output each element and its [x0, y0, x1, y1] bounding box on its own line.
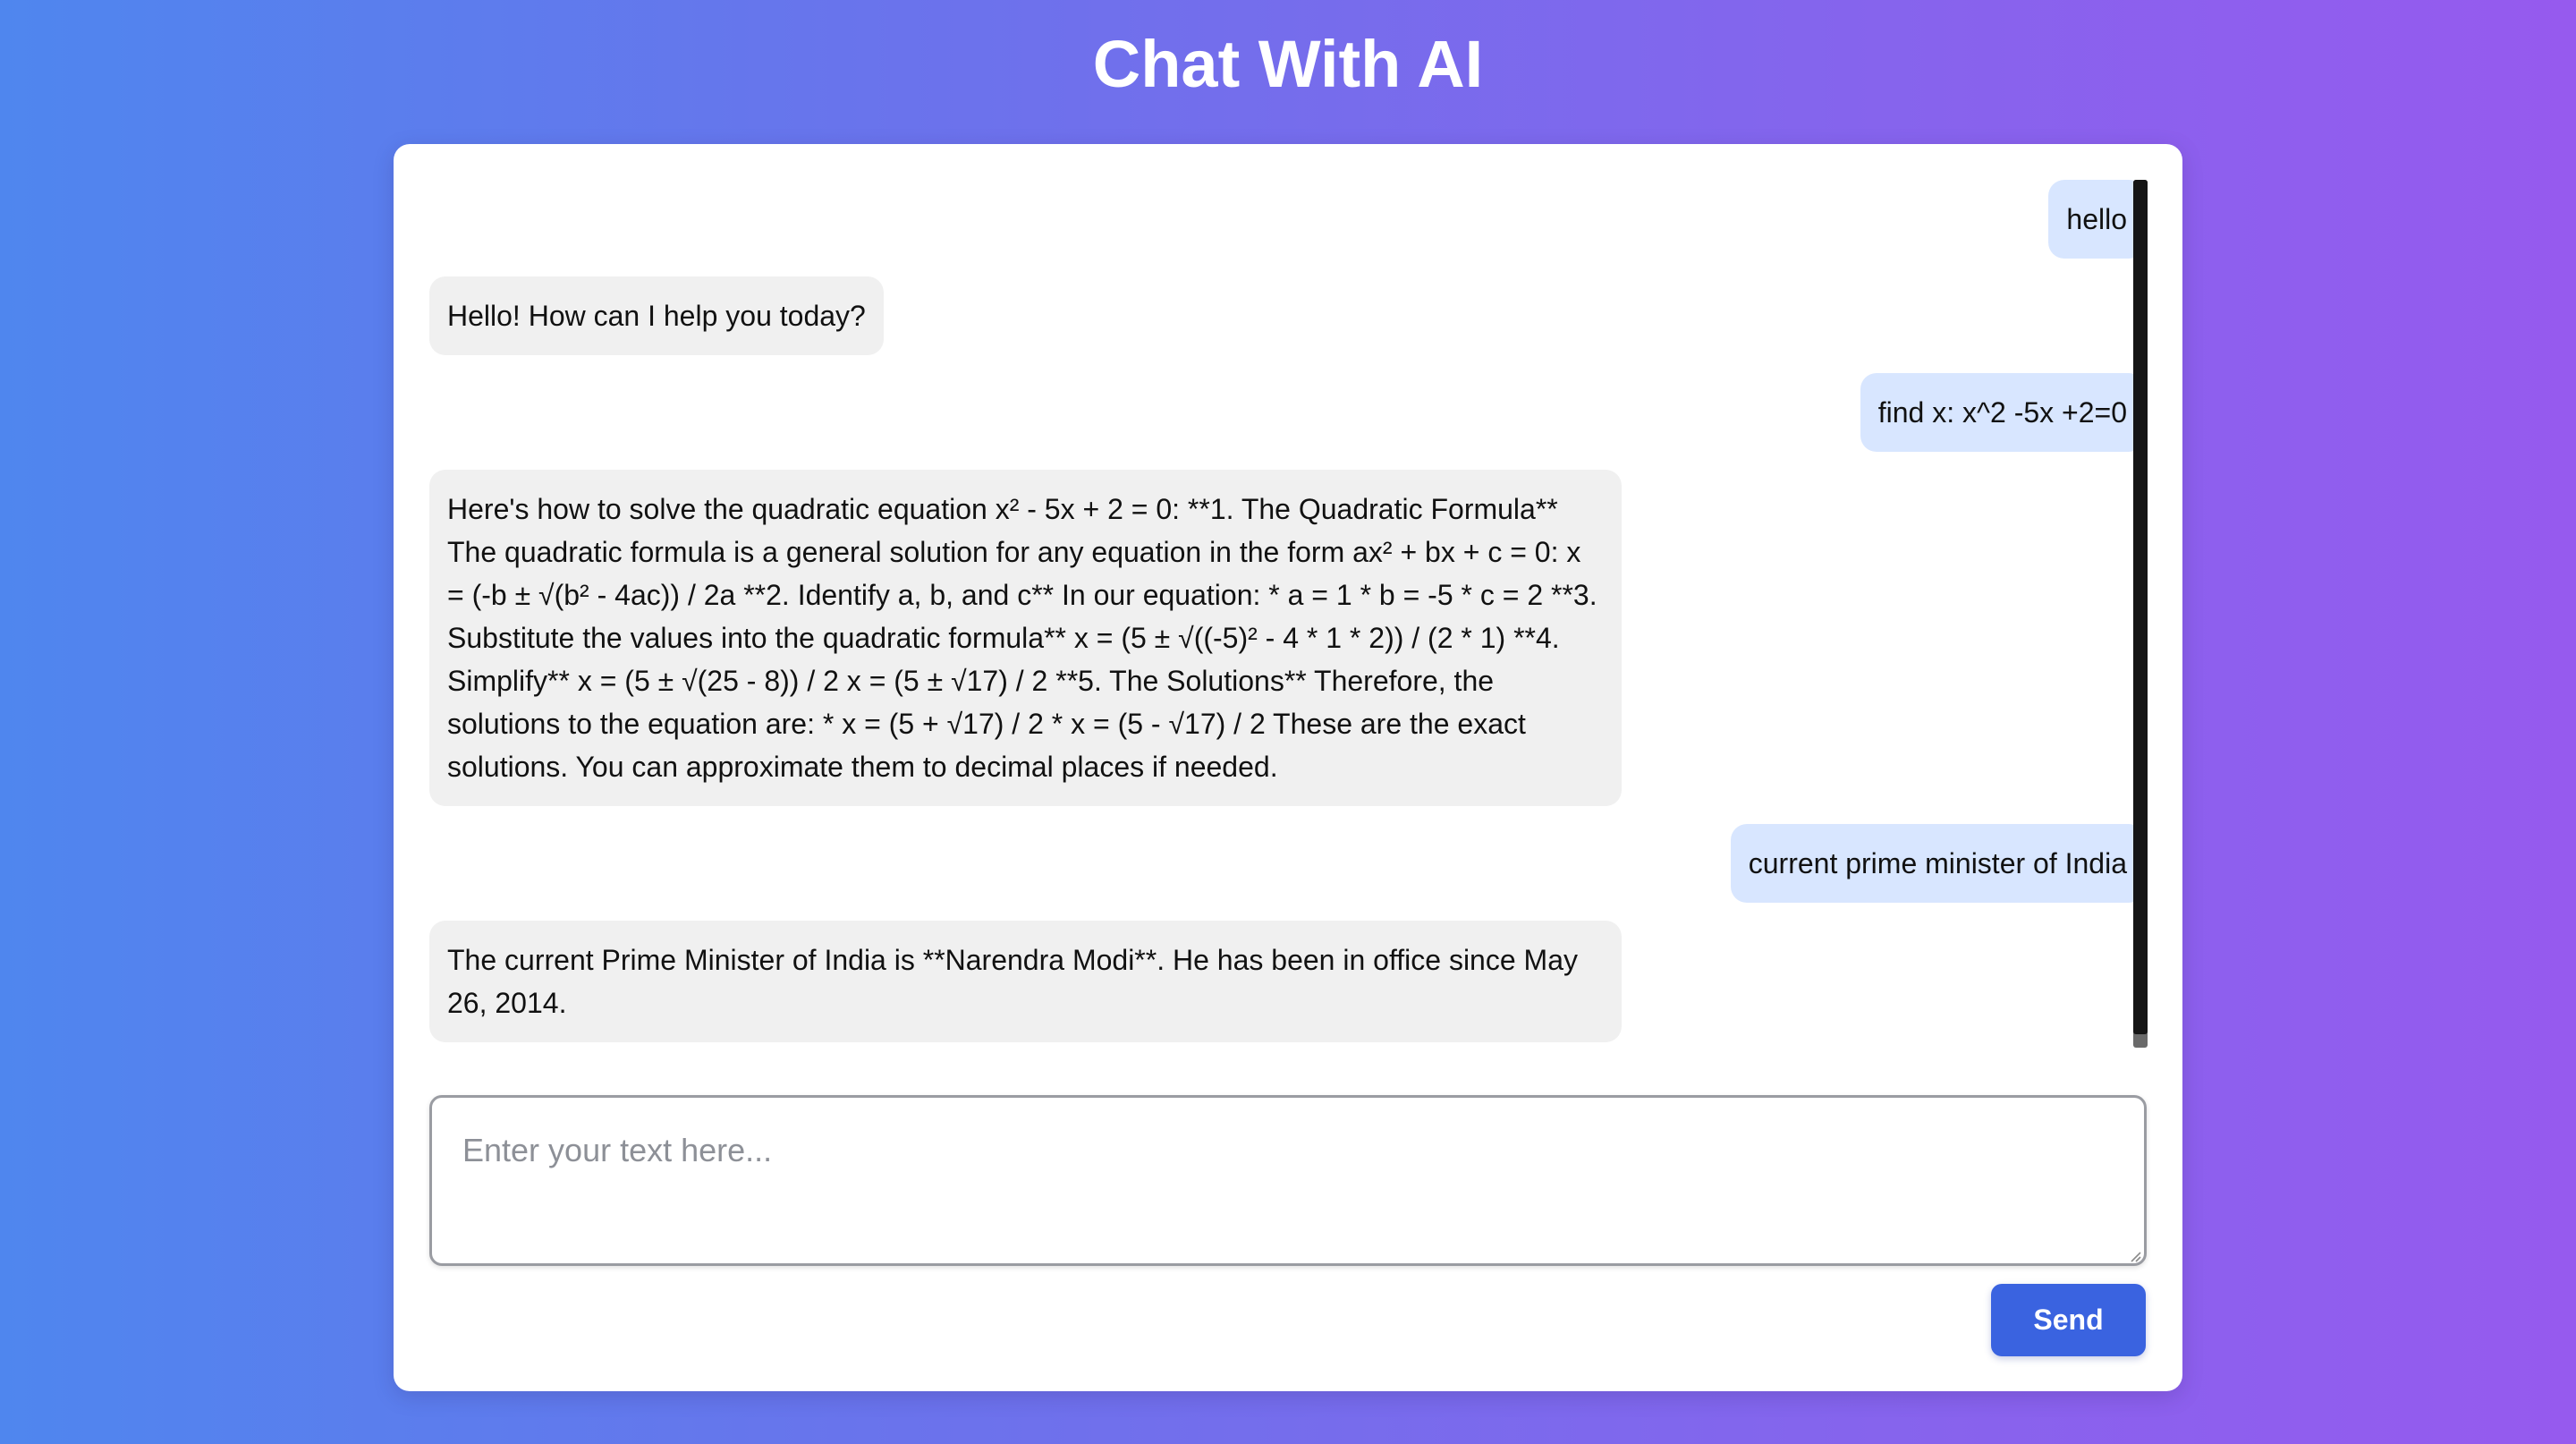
message-row: current prime minister of India: [429, 824, 2145, 903]
resize-grip-icon[interactable]: [2129, 1250, 2141, 1262]
message-row: hello: [429, 180, 2145, 259]
ai-message-bubble: Hello! How can I help you today?: [429, 276, 884, 355]
send-button[interactable]: Send: [1991, 1284, 2146, 1356]
scrollbar-thumb[interactable]: [2133, 180, 2148, 1034]
message-row: find x: x^2 -5x +2=0: [429, 373, 2145, 452]
page-title: Chat With AI: [1092, 27, 1484, 101]
user-message-bubble: hello: [2048, 180, 2145, 259]
chat-card: hello Hello! How can I help you today? f…: [394, 144, 2182, 1391]
message-scrollbar[interactable]: [2133, 180, 2148, 1048]
ai-message-bubble: The current Prime Minister of India is *…: [429, 921, 1622, 1042]
message-area: hello Hello! How can I help you today? f…: [429, 180, 2169, 1191]
message-input[interactable]: [429, 1095, 2147, 1266]
user-message-bubble: current prime minister of India: [1730, 824, 2145, 903]
user-message-bubble: find x: x^2 -5x +2=0: [1860, 373, 2145, 452]
message-row: Hello! How can I help you today?: [429, 276, 2145, 355]
message-row: Here's how to solve the quadratic equati…: [429, 470, 2145, 806]
message-row: The current Prime Minister of India is *…: [429, 921, 2145, 1042]
ai-message-bubble: Here's how to solve the quadratic equati…: [429, 470, 1622, 806]
message-list: hello Hello! How can I help you today? f…: [429, 180, 2145, 1191]
